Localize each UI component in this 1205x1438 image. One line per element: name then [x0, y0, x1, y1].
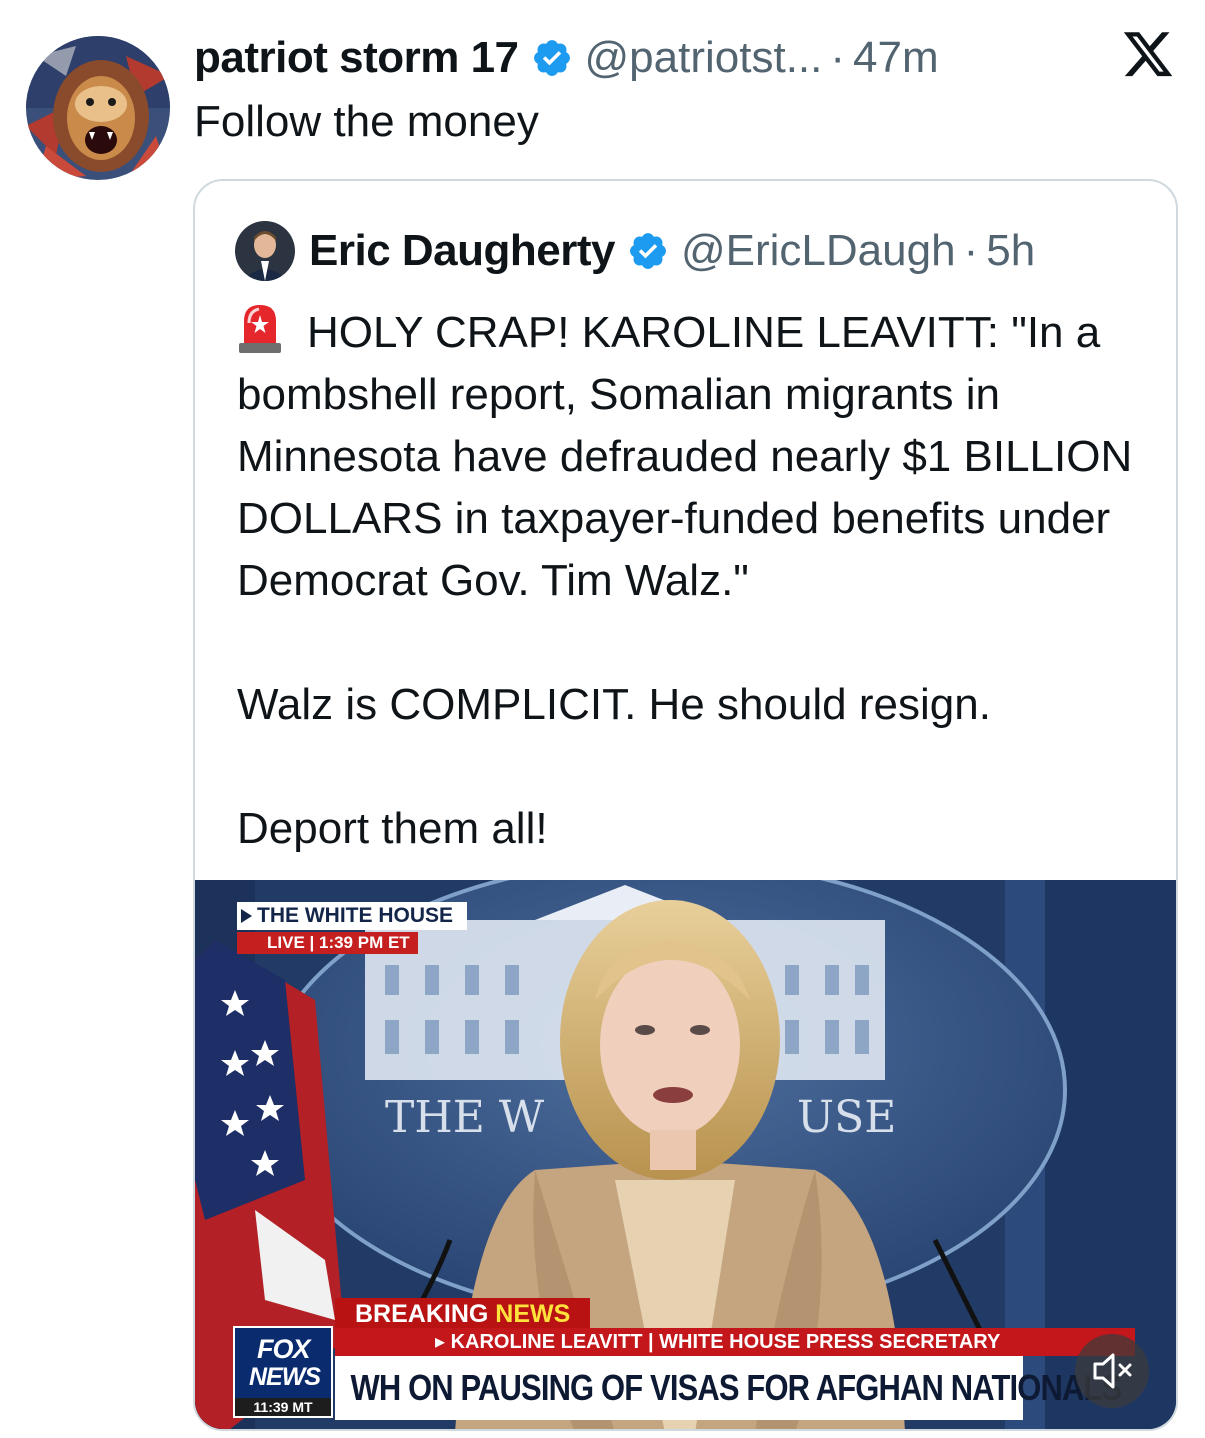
lower-third: BREAKING NEWS ▸ KAROLINE LEAVITT | WHITE…: [233, 1298, 1163, 1429]
separator-dot: ·: [830, 33, 846, 82]
tweet-text: Follow the money: [194, 97, 539, 146]
location-chyron: THE WHITE HOUSE LIVE | 1:39 PM ET: [237, 902, 468, 954]
quoted-tweet-card[interactable]: Eric Daugherty @EricLDaugh · 5h HOLY CRA…: [193, 179, 1178, 1431]
x-logo-icon[interactable]: [1121, 32, 1175, 82]
lion-avatar-image: [26, 36, 170, 180]
fox-news-logo: FOX NEWS 11:39 MT: [233, 1326, 333, 1418]
headline-text: WH ON PAUSING OF VISAS FOR AFGHAN NATION…: [335, 1356, 1122, 1420]
avatar[interactable]: [26, 36, 170, 180]
separator-dot: ·: [963, 226, 979, 275]
speaker-muted-icon: [1093, 1353, 1132, 1389]
backdrop-text-right: USE: [797, 1092, 897, 1143]
backdrop-text-left: THE W: [385, 1092, 545, 1143]
quoted-paragraph-2: Walz is COMPLICIT. He should resign.: [237, 680, 991, 729]
breaking-label: BREAKING: [355, 1300, 489, 1328]
profile-photo-image: [235, 221, 295, 281]
quoted-timestamp[interactable]: 5h: [986, 223, 1035, 279]
mute-button[interactable]: [1075, 1334, 1149, 1408]
verified-badge-icon: [630, 233, 666, 269]
rotating-light-icon: [239, 305, 281, 353]
quoted-avatar[interactable]: [235, 221, 295, 281]
live-label: LIVE | 1:39 PM ET: [237, 932, 418, 954]
quoted-tweet-text: HOLY CRAP! KAROLINE LEAVITT: "In a bombs…: [237, 301, 1157, 860]
speaker-line: ▸ KAROLINE LEAVITT | WHITE HOUSE PRESS S…: [335, 1328, 1135, 1356]
location-label: THE WHITE HOUSE: [237, 902, 468, 930]
quoted-display-name[interactable]: Eric Daugherty: [309, 223, 615, 279]
verified-badge-icon: [533, 40, 570, 76]
breaking-news-banner: BREAKING NEWS: [335, 1298, 591, 1330]
quoted-paragraph-1-text: HOLY CRAP! KAROLINE LEAVITT: "In a bombs…: [237, 308, 1133, 605]
quoted-handle[interactable]: @EricLDaugh: [681, 223, 956, 279]
video-player[interactable]: THE W USE THE WHITE HOUSE LIVE | 1:39 PM…: [195, 880, 1176, 1429]
news-label: NEWS: [495, 1300, 571, 1328]
timestamp[interactable]: 47m: [853, 30, 939, 86]
backdrop-text-right-wrap: USE: [797, 1092, 896, 1143]
tweet-header: patriot storm 17 @patriotst... · 47m: [194, 30, 939, 86]
network-line2: NEWS: [249, 1363, 321, 1391]
network-time: 11:39 MT: [235, 1398, 331, 1416]
quoted-tweet-header: Eric Daugherty @EricLDaugh · 5h: [235, 221, 1035, 281]
quoted-paragraph-3: Deport them all!: [237, 804, 548, 853]
quoted-paragraph-1: HOLY CRAP! KAROLINE LEAVITT: "In a bombs…: [237, 301, 1157, 612]
display-name[interactable]: patriot storm 17: [194, 30, 519, 86]
backdrop-text: THE W: [385, 1092, 544, 1143]
network-line1: FOX: [257, 1334, 311, 1364]
handle[interactable]: @patriotst...: [585, 30, 823, 86]
